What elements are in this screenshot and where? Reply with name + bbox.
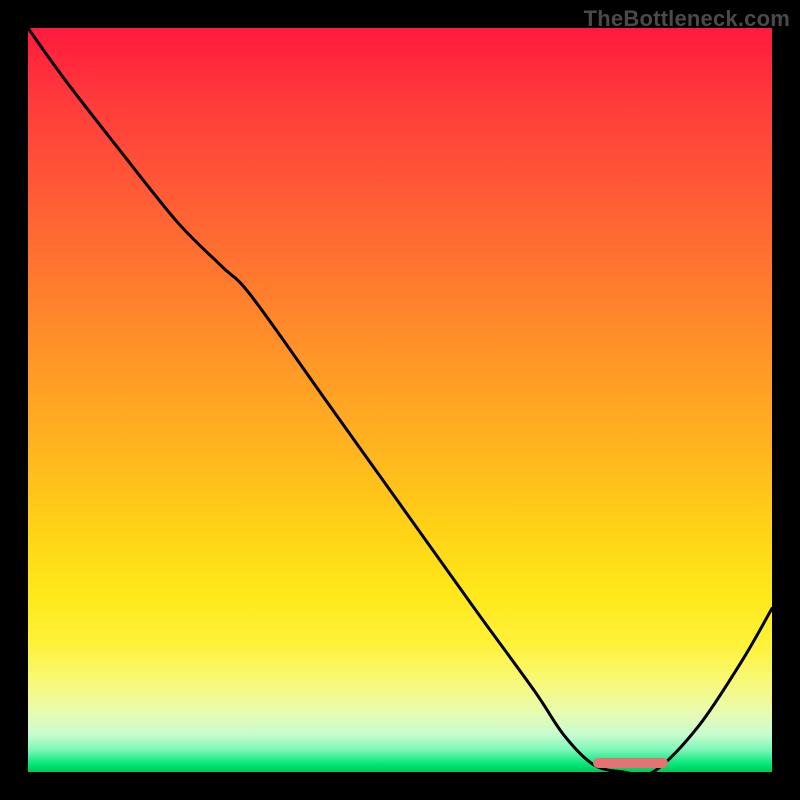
optimal-range-marker [593, 758, 667, 768]
bottleneck-curve [28, 28, 772, 772]
chart-frame: TheBottleneck.com [0, 0, 800, 800]
plot-area [28, 28, 772, 772]
